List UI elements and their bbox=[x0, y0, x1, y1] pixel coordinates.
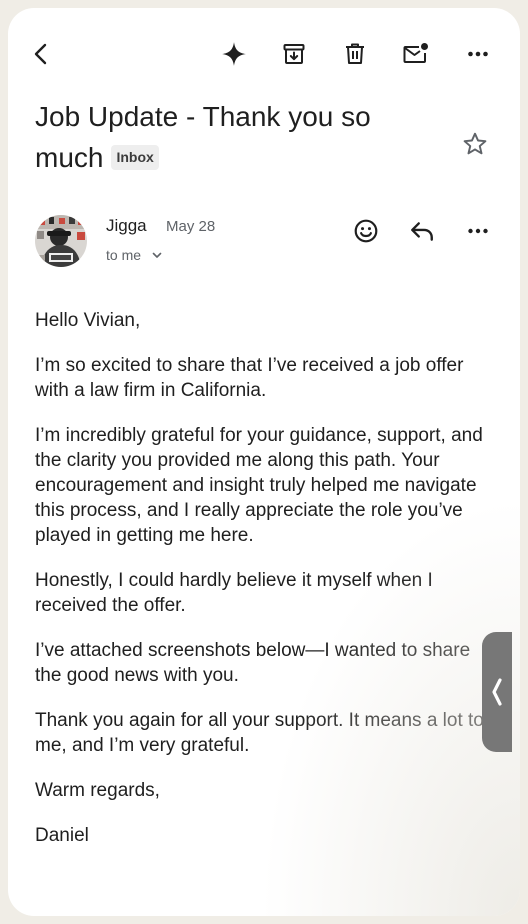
sender-avatar-image bbox=[35, 215, 87, 267]
add-reaction-button[interactable] bbox=[348, 213, 384, 249]
body-paragraph: Thank you again for all your support. It… bbox=[35, 710, 484, 756]
body-paragraph: I’m incredibly grateful for your guidanc… bbox=[35, 425, 483, 546]
body-paragraph: Honestly, I could hardly believe it myse… bbox=[35, 570, 433, 616]
emoji-icon bbox=[354, 219, 378, 243]
sent-date: May 28 bbox=[166, 218, 216, 235]
message-more-button[interactable] bbox=[460, 213, 496, 249]
email-body: Hello Vivian, I’m so excited to share th… bbox=[35, 308, 495, 868]
recipient-details-toggle[interactable]: to me bbox=[106, 247, 163, 263]
mark-unread-button[interactable] bbox=[398, 36, 434, 72]
delete-button[interactable] bbox=[337, 36, 373, 72]
body-paragraph: Daniel bbox=[35, 825, 89, 846]
more-horiz-icon bbox=[468, 228, 488, 234]
arrow-left-icon bbox=[34, 43, 47, 65]
phone-screen: Job Update - Thank you so much Inbox Jigg… bbox=[8, 8, 520, 916]
reply-button[interactable] bbox=[404, 213, 440, 249]
subject-text: Job Update - Thank you so much bbox=[35, 101, 371, 173]
more-horiz-icon bbox=[468, 51, 488, 57]
chevron-down-icon bbox=[151, 249, 163, 261]
body-paragraph: Hello Vivian, bbox=[35, 310, 141, 331]
sender-name[interactable]: Jigga bbox=[106, 216, 147, 236]
side-panel-handle[interactable] bbox=[482, 632, 512, 752]
trash-icon bbox=[346, 43, 364, 64]
mark-unread-icon bbox=[403, 43, 428, 63]
back-button[interactable] bbox=[24, 36, 60, 72]
more-options-button[interactable] bbox=[460, 36, 496, 72]
sparkle-icon bbox=[222, 42, 246, 66]
archive-icon bbox=[283, 44, 305, 64]
archive-button[interactable] bbox=[276, 36, 312, 72]
recipient-text: to me bbox=[106, 247, 142, 263]
avatar[interactable] bbox=[35, 215, 87, 267]
email-subject: Job Update - Thank you so much Inbox bbox=[35, 96, 435, 178]
chevron-left-icon bbox=[492, 678, 502, 706]
body-paragraph: I’ve attached screenshots below—I wanted… bbox=[35, 640, 471, 686]
body-paragraph: I’m so excited to share that I’ve receiv… bbox=[35, 355, 464, 401]
body-paragraph: Warm regards, bbox=[35, 780, 160, 801]
star-outline-icon bbox=[463, 132, 487, 155]
reply-icon bbox=[411, 222, 433, 241]
ai-summary-button[interactable] bbox=[216, 36, 252, 72]
top-toolbar bbox=[8, 32, 520, 76]
star-button[interactable] bbox=[457, 126, 493, 162]
label-badge[interactable]: Inbox bbox=[111, 145, 159, 170]
